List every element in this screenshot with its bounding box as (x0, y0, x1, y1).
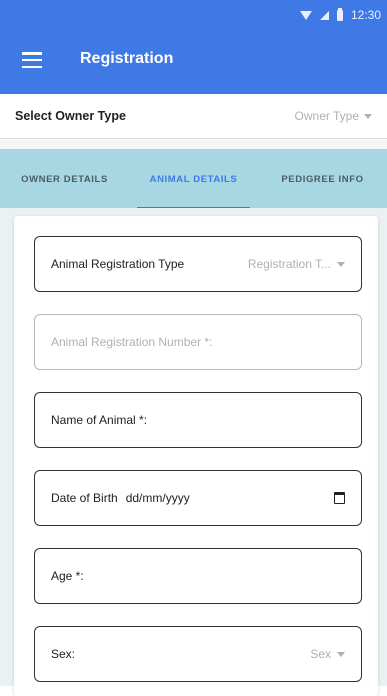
registration-type-label: Animal Registration Type (51, 257, 185, 271)
hamburger-menu-icon[interactable] (22, 52, 42, 68)
calendar-icon[interactable] (334, 492, 345, 504)
registration-number-placeholder: Animal Registration Number *: (51, 335, 213, 349)
owner-type-row: Select Owner Type Owner Type (0, 94, 387, 139)
registration-type-value: Registration T... (247, 257, 331, 271)
owner-type-dropdown[interactable]: Owner Type (295, 109, 372, 123)
date-of-birth-field[interactable]: Date of Birth dd/mm/yyyy (34, 470, 362, 526)
sex-label: Sex: (51, 647, 76, 661)
sex-field[interactable]: Sex: Sex (34, 626, 362, 682)
battery-icon (336, 7, 343, 21)
status-bar: 12:30 (0, 0, 387, 30)
tab-bar: OWNER DETAILS ANIMAL DETAILS PEDIGREE IN… (0, 149, 387, 209)
tab-pedigree-info[interactable]: PEDIGREE INFO (258, 149, 387, 209)
registration-number-field[interactable]: Animal Registration Number *: (34, 314, 362, 370)
dropdown-arrow-icon (337, 651, 345, 657)
wifi-icon (299, 10, 312, 20)
animal-name-label: Name of Animal *: (51, 413, 148, 427)
tab-animal-details[interactable]: ANIMAL DETAILS (129, 149, 258, 209)
age-label: Age *: (51, 569, 84, 583)
app-bar: Registration (0, 30, 387, 94)
animal-name-field[interactable]: Name of Animal *: (34, 392, 362, 448)
spacer (0, 139, 387, 149)
status-icons: 12:30 (299, 0, 381, 30)
signal-icon (319, 10, 329, 20)
sex-value: Sex (310, 647, 331, 661)
owner-type-label: Select Owner Type (15, 109, 126, 123)
date-of-birth-label: Date of Birth (51, 491, 118, 505)
age-field[interactable]: Age *: (34, 548, 362, 604)
dropdown-arrow-icon (364, 113, 372, 119)
animal-details-card: Animal Registration Type Registration T.… (14, 216, 378, 696)
dropdown-arrow-icon (337, 261, 345, 267)
tab-owner-details[interactable]: OWNER DETAILS (0, 149, 129, 209)
status-time: 12:30 (350, 8, 381, 22)
date-of-birth-value: dd/mm/yyyy (125, 491, 190, 505)
page-title: Registration (80, 50, 174, 67)
registration-type-field[interactable]: Animal Registration Type Registration T.… (34, 236, 362, 292)
owner-type-value: Owner Type (294, 109, 359, 123)
form-area: Animal Registration Type Registration T.… (0, 208, 387, 696)
